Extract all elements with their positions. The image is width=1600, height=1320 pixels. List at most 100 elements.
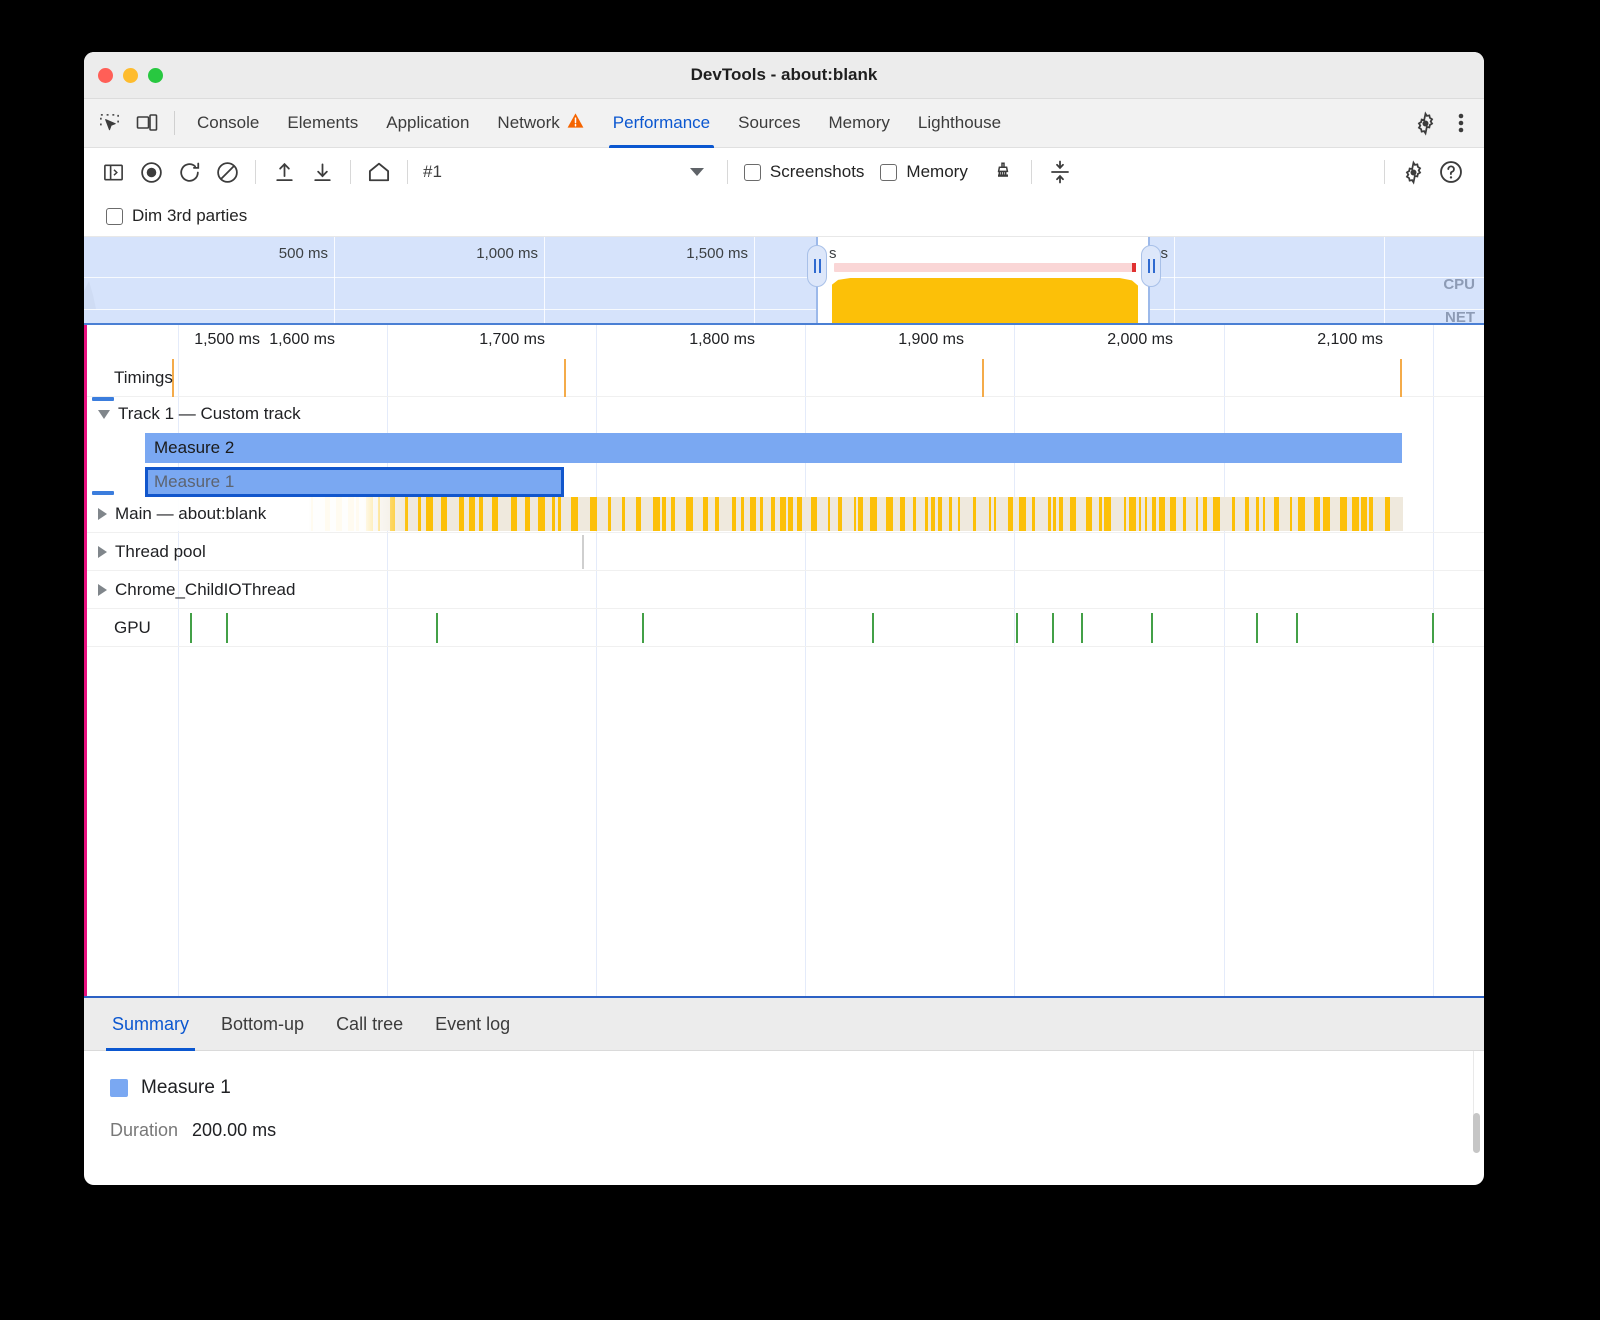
main-activity-tick[interactable] [989, 497, 991, 531]
main-activity-tick[interactable] [797, 497, 802, 531]
measure-event[interactable]: Measure 1 [145, 467, 564, 497]
track-row-thread-pool[interactable]: Thread pool [84, 533, 1484, 571]
overview-selection-window[interactable] [816, 237, 1150, 323]
gpu-event-tick[interactable] [1256, 613, 1258, 643]
main-activity-tick[interactable] [811, 497, 817, 531]
gpu-event-tick[interactable] [872, 613, 874, 643]
main-activity-tick[interactable] [925, 497, 928, 531]
main-activity-tick[interactable] [958, 497, 960, 531]
tab-application[interactable]: Application [372, 99, 483, 148]
home-icon[interactable] [360, 157, 398, 187]
main-activity-tick[interactable] [1213, 497, 1220, 531]
main-activity-tick[interactable] [1369, 497, 1373, 531]
tab-bottom-up[interactable]: Bottom-up [205, 998, 320, 1051]
main-activity-tick[interactable] [913, 497, 916, 531]
gpu-event-tick[interactable] [1432, 613, 1434, 643]
main-activity-tick[interactable] [1361, 497, 1367, 531]
gpu-event-tick[interactable] [1052, 613, 1054, 643]
chevron-right-icon[interactable] [98, 546, 107, 558]
main-activity-tick[interactable] [1070, 497, 1076, 531]
main-activity-tick[interactable] [1145, 497, 1147, 531]
main-activity-strip[interactable] [309, 497, 1403, 531]
upload-icon[interactable] [265, 157, 303, 187]
main-activity-tick[interactable] [858, 497, 863, 531]
chevron-right-icon[interactable] [98, 584, 107, 596]
main-activity-tick[interactable] [1104, 497, 1111, 531]
main-activity-tick[interactable] [671, 497, 675, 531]
gpu-event-tick[interactable] [642, 613, 644, 643]
main-activity-tick[interactable] [653, 497, 660, 531]
main-activity-tick[interactable] [1059, 497, 1063, 531]
device-toolbar-icon[interactable] [128, 108, 166, 138]
main-activity-tick[interactable] [900, 497, 905, 531]
main-activity-tick[interactable] [552, 497, 555, 531]
main-activity-tick[interactable] [838, 497, 842, 531]
timeline-overview[interactable]: 500 ms1,000 ms1,500 ms2,000 ms2,500 ms C… [84, 237, 1484, 325]
download-icon[interactable] [303, 157, 341, 187]
main-activity-tick[interactable] [828, 497, 830, 531]
main-activity-tick[interactable] [1323, 497, 1330, 531]
track-row-main[interactable]: Main — about:blank [84, 495, 1484, 533]
memory-checkbox[interactable]: Memory [880, 162, 967, 182]
main-activity-tick[interactable] [662, 497, 666, 531]
expand-collapse-icon[interactable] [1041, 157, 1079, 187]
main-activity-tick[interactable] [608, 497, 611, 531]
capture-settings-gear-icon[interactable] [1394, 157, 1432, 187]
measure-event[interactable]: Measure 2 [145, 433, 1402, 463]
dim-third-parties-checkbox[interactable]: Dim 3rd parties [106, 206, 247, 226]
chevron-right-icon[interactable] [98, 508, 107, 520]
main-activity-tick[interactable] [622, 497, 625, 531]
main-activity-tick[interactable] [854, 497, 856, 531]
gpu-event-tick[interactable] [1296, 613, 1298, 643]
main-activity-tick[interactable] [703, 497, 708, 531]
tab-sources[interactable]: Sources [724, 99, 814, 148]
main-activity-tick[interactable] [1274, 497, 1279, 531]
main-activity-tick[interactable] [590, 497, 597, 531]
main-activity-tick[interactable] [1086, 497, 1092, 531]
drawer-scrollbar[interactable] [1473, 1113, 1480, 1153]
settings-gear-icon[interactable] [1406, 108, 1444, 138]
inspect-element-icon[interactable] [90, 108, 128, 138]
main-activity-tick[interactable] [1314, 497, 1320, 531]
main-activity-tick[interactable] [949, 497, 952, 531]
main-activity-tick[interactable] [715, 497, 719, 531]
flame-chart[interactable]: 1,500 ms1,600 ms1,700 ms1,800 ms1,900 ms… [84, 325, 1484, 996]
main-activity-tick[interactable] [788, 497, 793, 531]
main-activity-tick[interactable] [1196, 497, 1198, 531]
main-activity-tick[interactable] [538, 497, 545, 531]
main-activity-tick[interactable] [1099, 497, 1102, 531]
timing-marker[interactable] [982, 359, 984, 397]
tab-event-log[interactable]: Event log [419, 998, 526, 1051]
main-activity-tick[interactable] [886, 497, 893, 531]
gpu-event-tick[interactable] [1081, 613, 1083, 643]
main-activity-tick[interactable] [1053, 497, 1056, 531]
clear-icon[interactable] [208, 157, 246, 187]
reload-and-record-icon[interactable] [170, 157, 208, 187]
screenshots-checkbox[interactable]: Screenshots [744, 162, 865, 182]
main-activity-tick[interactable] [1129, 497, 1136, 531]
toggle-sidebar-icon[interactable] [94, 157, 132, 187]
chevron-down-icon[interactable] [690, 168, 704, 176]
main-activity-tick[interactable] [686, 497, 693, 531]
main-activity-tick[interactable] [1352, 497, 1359, 531]
main-activity-tick[interactable] [418, 497, 421, 531]
tab-lighthouse[interactable]: Lighthouse [904, 99, 1015, 148]
timeline-ruler[interactable]: 1,500 ms1,600 ms1,700 ms1,800 ms1,900 ms… [84, 325, 1484, 357]
main-activity-tick[interactable] [1048, 497, 1051, 531]
timing-marker[interactable] [1400, 359, 1402, 397]
main-activity-tick[interactable] [760, 497, 763, 531]
main-activity-tick[interactable] [441, 497, 447, 531]
tab-elements[interactable]: Elements [273, 99, 372, 148]
main-activity-tick[interactable] [1183, 497, 1186, 531]
main-activity-tick[interactable] [1256, 497, 1259, 531]
main-activity-tick[interactable] [1385, 497, 1390, 531]
main-activity-tick[interactable] [1290, 497, 1292, 531]
main-activity-tick[interactable] [741, 497, 744, 531]
main-activity-tick[interactable] [1139, 497, 1141, 531]
track-row-gpu[interactable]: GPU [84, 609, 1484, 647]
main-activity-tick[interactable] [1203, 497, 1207, 531]
main-activity-tick[interactable] [469, 497, 475, 531]
main-activity-tick[interactable] [636, 497, 641, 531]
more-options-icon[interactable] [1444, 108, 1478, 138]
main-activity-tick[interactable] [938, 497, 942, 531]
